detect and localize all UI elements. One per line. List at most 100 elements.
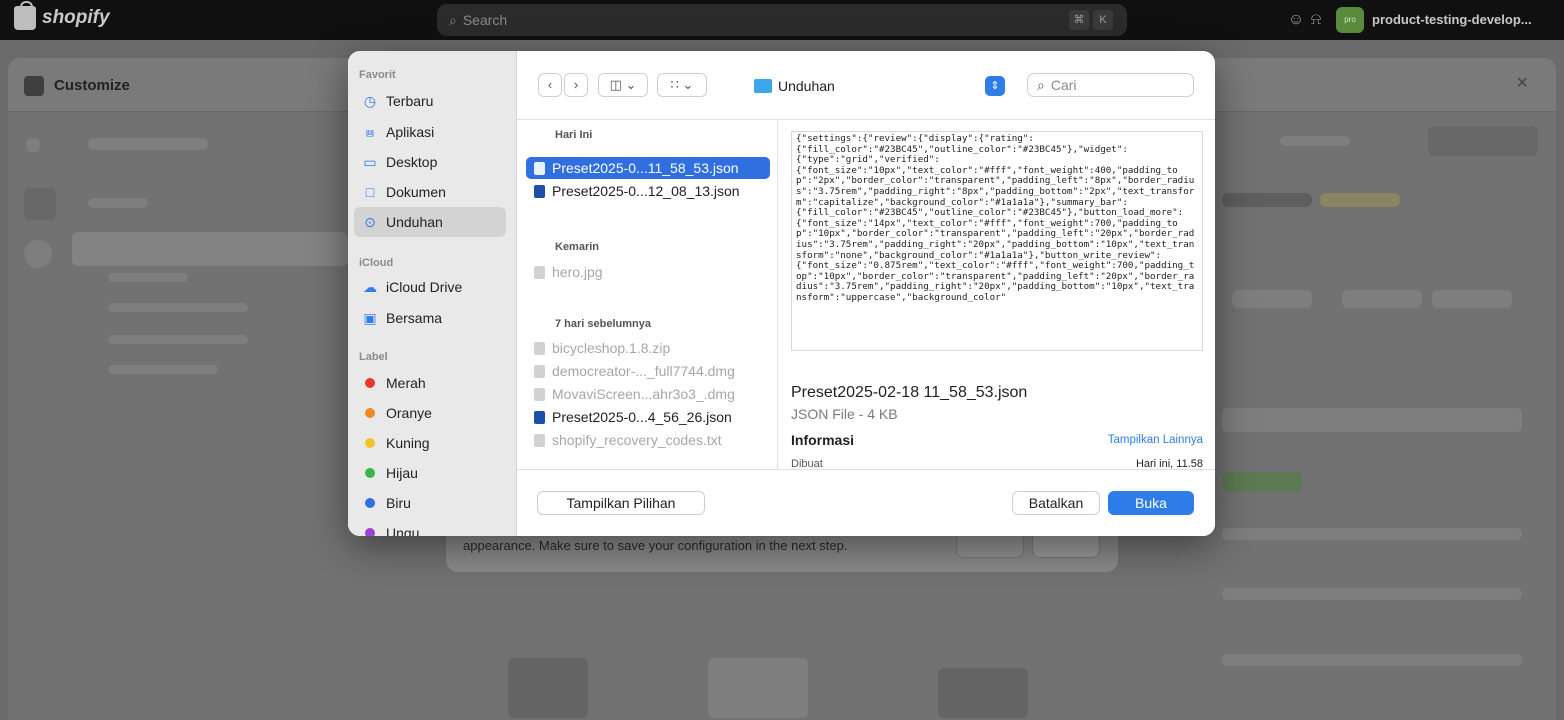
file-name: bicycleshop.1.8.zip: [552, 340, 671, 356]
sidebar-tag-green[interactable]: Hijau: [354, 458, 506, 488]
cancel-button[interactable]: Batalkan: [1012, 491, 1100, 515]
cloud-icon: ☁: [363, 278, 377, 295]
blurred-text: [1280, 136, 1350, 146]
zip-file-icon: [534, 341, 545, 355]
preview-pane: {"settings":{"review":{"display":{"ratin…: [778, 119, 1215, 470]
image-file-icon: [534, 265, 545, 279]
blurred-text: [88, 138, 208, 150]
sidebar-item-icloud-drive[interactable]: ☁ iCloud Drive: [354, 272, 506, 302]
sidekick-icon[interactable]: ☺: [1286, 10, 1306, 30]
sidebar-item-recents[interactable]: ◷ Terbaru: [354, 86, 506, 116]
dialog-footer: Tampilkan Pilihan Batalkan Buka: [517, 469, 1215, 536]
file-name: Preset2025-0...11_58_53.json: [552, 160, 739, 176]
preview-file-type: JSON File - 4 KB: [791, 406, 898, 422]
import-note: appearance. Make sure to save your confi…: [463, 538, 848, 553]
sidebar-item-downloads[interactable]: ⊙ Unduhan: [354, 207, 506, 237]
file-name: Preset2025-0...4_56_26.json: [552, 409, 732, 425]
blurred-toggle: [1428, 126, 1538, 156]
blurred-text: [1222, 588, 1522, 600]
finder-sidebar: Favorit ◷ Terbaru ⩏ Aplikasi ▭ Desktop □…: [348, 51, 517, 536]
sidebar-item-label: Oranye: [386, 405, 432, 421]
top-bar: shopify ⌕ Search ⌘ K ☺ ⍾ pro product-tes…: [0, 0, 1564, 40]
sidebar-item-label: Hijau: [386, 465, 418, 481]
file-row[interactable]: hero.jpg: [526, 261, 770, 283]
file-name: democreator-..._full7744.dmg: [552, 363, 735, 379]
search-icon: ⌕: [1037, 76, 1045, 93]
file-row[interactable]: shopify_recovery_codes.txt: [526, 429, 770, 451]
file-name: Preset2025-0...12_08_13.json: [552, 183, 740, 199]
store-avatar[interactable]: pro: [1336, 7, 1364, 33]
show-more-link[interactable]: Tampilkan Lainnya: [1108, 434, 1203, 446]
back-button[interactable]: ‹: [538, 73, 562, 97]
disk-image-icon: [534, 387, 545, 401]
group-header-previous-week: 7 hari sebelumnya: [555, 318, 651, 330]
file-name: MovaviScreen...ahr3o3_.dmg: [552, 386, 735, 402]
sidebar-item-shared[interactable]: ▣ Bersama: [354, 303, 506, 333]
store-name[interactable]: product-testing-develop...: [1372, 12, 1532, 27]
blurred-chip: [1232, 290, 1312, 308]
global-search[interactable]: ⌕ Search ⌘ K: [437, 4, 1127, 36]
view-mode-button[interactable]: ◫ ⌄: [598, 73, 648, 97]
grid-icon: ∷ ⌄: [670, 77, 694, 92]
file-row[interactable]: Preset2025-0...11_58_53.json: [526, 157, 770, 179]
shopify-logo[interactable]: shopify: [14, 1, 110, 30]
file-row[interactable]: Preset2025-0...12_08_13.json: [526, 180, 770, 202]
sidebar-tag-blue[interactable]: Biru: [354, 488, 506, 518]
blurred-icon: [24, 240, 52, 268]
sidebar-item-desktop[interactable]: ▭ Desktop: [354, 147, 506, 177]
sidebar-item-label: iCloud Drive: [386, 279, 463, 295]
sidebar-tag-yellow[interactable]: Kuning: [354, 428, 506, 458]
file-name: hero.jpg: [552, 264, 603, 280]
text-file-icon: [534, 433, 545, 447]
shared-folder-icon: ▣: [363, 309, 377, 326]
sidebar-item-label: Unduhan: [386, 214, 443, 230]
file-row[interactable]: democreator-..._full7744.dmg: [526, 360, 770, 382]
file-name: shopify_recovery_codes.txt: [552, 432, 722, 448]
json-file-icon: [534, 410, 545, 424]
bell-icon[interactable]: ⍾: [1306, 10, 1326, 30]
file-row[interactable]: bicycleshop.1.8.zip: [526, 337, 770, 359]
chevron-updown-icon[interactable]: ⇕: [985, 76, 1005, 96]
show-options-button[interactable]: Tampilkan Pilihan: [537, 491, 705, 515]
sidebar-item-label: Terbaru: [386, 93, 434, 109]
blurred-text: [1222, 654, 1522, 666]
file-row[interactable]: Preset2025-0...4_56_26.json: [526, 406, 770, 428]
blurred-icon: [24, 188, 56, 220]
blue-tag-icon: [365, 498, 375, 508]
tags-section-label: Label: [359, 351, 388, 363]
sidebar-tag-orange[interactable]: Oranye: [354, 398, 506, 428]
red-tag-icon: [365, 378, 375, 388]
blurred-text: [108, 365, 218, 374]
sidebar-item-label: Merah: [386, 375, 426, 391]
sidebar-tag-purple[interactable]: Ungu: [354, 518, 506, 536]
sidebar-item-label: Dokumen: [386, 184, 446, 200]
blurred-chip: [1432, 290, 1512, 308]
forward-button[interactable]: ›: [564, 73, 588, 97]
back-icon: [26, 138, 40, 152]
blurred-button: [1222, 472, 1302, 492]
sidebar-item-label: Biru: [386, 495, 411, 511]
sidebar-item-applications[interactable]: ⩏ Aplikasi: [354, 117, 506, 147]
file-row[interactable]: MovaviScreen...ahr3o3_.dmg: [526, 383, 770, 405]
search-placeholder: Search: [462, 12, 508, 28]
file-list: Hari Ini Preset2025-0...11_58_53.json Pr…: [517, 119, 778, 469]
open-button[interactable]: Buka: [1108, 491, 1194, 515]
blurred-image: [938, 668, 1028, 718]
search-input[interactable]: ⌕ Cari: [1027, 73, 1194, 97]
close-icon[interactable]: ×: [1516, 72, 1528, 95]
search-placeholder: Cari: [1050, 77, 1077, 93]
applications-icon: ⩏: [366, 123, 374, 140]
sidebar-tag-red[interactable]: Merah: [354, 368, 506, 398]
location-popup[interactable]: Unduhan: [754, 75, 988, 97]
sidebar-item-label: Bersama: [386, 310, 443, 326]
k-key-badge: K: [1093, 10, 1113, 30]
sidebar-item-label: Desktop: [386, 154, 438, 170]
folder-icon: [754, 79, 772, 93]
group-by-button[interactable]: ∷ ⌄: [657, 73, 707, 97]
blurred-text: [108, 335, 248, 344]
sidebar-item-documents[interactable]: □ Dokumen: [354, 177, 506, 207]
blurred-text: [1222, 528, 1522, 540]
blurred-text: [88, 198, 148, 208]
clock-icon: ◷: [363, 92, 377, 109]
group-header-today: Hari Ini: [555, 129, 593, 141]
